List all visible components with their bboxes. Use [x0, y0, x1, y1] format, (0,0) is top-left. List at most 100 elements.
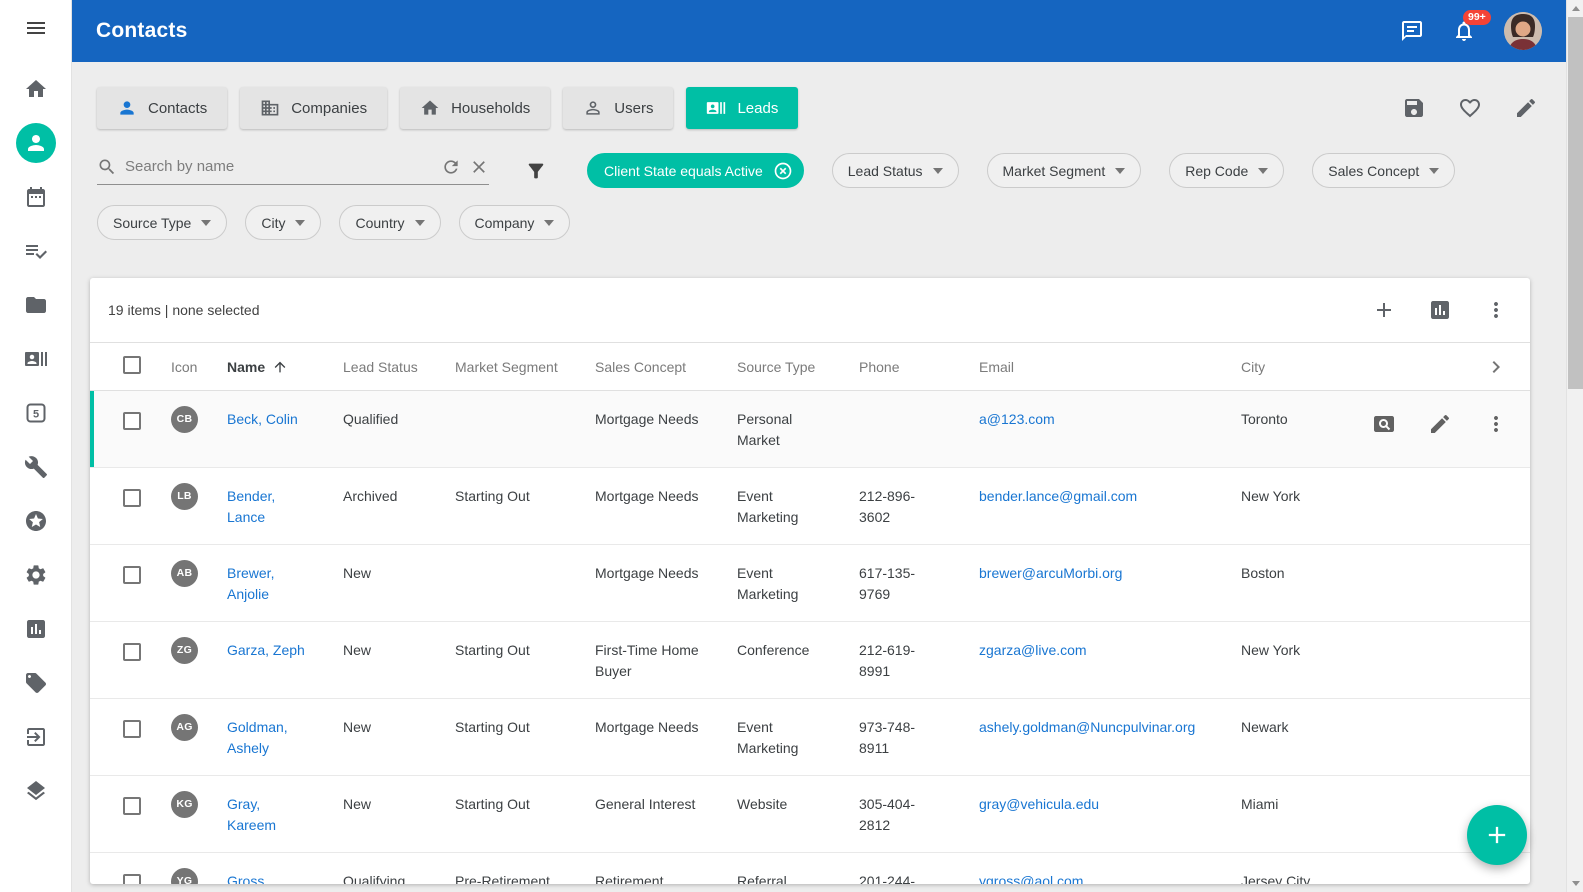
contact-name-link[interactable]: Gross,	[227, 873, 268, 884]
filter-chip-rep-code[interactable]: Rep Code	[1169, 153, 1284, 188]
filter-chip-company[interactable]: Company	[459, 205, 571, 240]
contact-name-link[interactable]: Bender, Lance	[227, 488, 275, 525]
preview-icon[interactable]	[1372, 412, 1396, 436]
contact-email-link[interactable]: ygross@aol.com	[979, 873, 1083, 884]
header-actions: 99+	[1400, 12, 1542, 50]
column-header-icon: Icon	[171, 359, 227, 375]
chevron-right-icon[interactable]	[1484, 355, 1508, 379]
contact-email-link[interactable]: a@123.com	[979, 411, 1055, 427]
contact-name-link[interactable]: Beck, Colin	[227, 411, 298, 427]
contacts-icon[interactable]	[16, 123, 56, 163]
contact-email-link[interactable]: brewer@arcuMorbi.org	[979, 565, 1122, 581]
tab-users[interactable]: Users	[563, 87, 673, 129]
tab-households[interactable]: Households	[400, 87, 550, 129]
contact-email-link[interactable]: ashely.goldman@Nuncpulvinar.org	[979, 719, 1195, 735]
column-header-city[interactable]: City	[1241, 359, 1363, 375]
row-edit-icon[interactable]	[1428, 412, 1452, 436]
add-icon[interactable]	[1372, 298, 1396, 322]
column-header-market-segment[interactable]: Market Segment	[455, 359, 595, 375]
column-header-email[interactable]: Email	[979, 359, 1241, 375]
column-header-sales-concept[interactable]: Sales Concept	[595, 359, 737, 375]
notifications-icon[interactable]: 99+	[1452, 19, 1476, 43]
filter-chip-country[interactable]: Country	[339, 205, 440, 240]
column-header-name[interactable]: Name	[227, 359, 343, 375]
tab-companies[interactable]: Companies	[240, 87, 387, 129]
save-icon[interactable]	[1402, 96, 1426, 120]
row-checkbox[interactable]	[123, 489, 141, 507]
column-header-source-type[interactable]: Source Type	[737, 359, 859, 375]
tab-contacts[interactable]: Contacts	[97, 87, 227, 129]
active-filter-chip[interactable]: Client State equals Active	[587, 153, 804, 188]
add-contact-fab[interactable]	[1467, 805, 1527, 865]
home-icon[interactable]	[16, 69, 56, 109]
table-row[interactable]: CB Beck, Colin Qualified Mortgage Needs …	[90, 391, 1530, 468]
row-checkbox[interactable]	[123, 643, 141, 661]
scrollbar-up-icon[interactable]	[1567, 0, 1583, 17]
menu-icon[interactable]	[16, 8, 56, 48]
column-header-lead-status[interactable]: Lead Status	[343, 359, 455, 375]
contact-email-link[interactable]: zgarza@live.com	[979, 642, 1087, 658]
table-row[interactable]: LB Bender, Lance Archived Starting Out M…	[90, 468, 1530, 545]
row-checkbox[interactable]	[123, 412, 141, 430]
select-all-checkbox[interactable]	[123, 356, 141, 374]
tools-icon[interactable]	[16, 447, 56, 487]
contact-name-link[interactable]: Gray, Kareem	[227, 796, 276, 833]
favorite-icon[interactable]	[1458, 96, 1482, 120]
cell-market-segment: Pre-Retirement	[455, 853, 595, 884]
contact-name-link[interactable]: Brewer, Anjolie	[227, 565, 274, 602]
contact-email-link[interactable]: gray@vehicula.edu	[979, 796, 1099, 812]
remove-filter-icon[interactable]	[773, 161, 793, 181]
tab-leads[interactable]: Leads	[686, 87, 798, 129]
calendar-icon[interactable]	[16, 177, 56, 217]
star-icon[interactable]	[16, 501, 56, 541]
contact-card-icon[interactable]	[16, 339, 56, 379]
refresh-icon[interactable]	[441, 157, 461, 177]
cell-lead-status: New	[343, 622, 455, 698]
edit-icon[interactable]	[1514, 96, 1538, 120]
table-row[interactable]: AB Brewer, Anjolie New Mortgage Needs Ev…	[90, 545, 1530, 622]
table-row[interactable]: KG Gray, Kareem New Starting Out General…	[90, 776, 1530, 853]
view-quick-actions	[1402, 96, 1538, 120]
filter-chip-lead-status[interactable]: Lead Status	[832, 153, 959, 188]
row-more-icon[interactable]	[1484, 412, 1508, 436]
form-5-icon[interactable]: 5	[16, 393, 56, 433]
column-header-phone[interactable]: Phone	[859, 359, 979, 375]
filter-chip-sales-concept[interactable]: Sales Concept	[1312, 153, 1455, 188]
table-row[interactable]: AG Goldman, Ashely New Starting Out Mort…	[90, 699, 1530, 776]
scrollbar[interactable]	[1566, 0, 1583, 892]
layers-icon[interactable]	[16, 771, 56, 811]
cell-lead-status: Archived	[343, 468, 455, 544]
settings-icon[interactable]	[16, 555, 56, 595]
folder-icon[interactable]	[16, 285, 56, 325]
chart-icon[interactable]	[1428, 298, 1452, 322]
cell-source-type: Referral	[737, 853, 859, 884]
search-input[interactable]	[125, 158, 433, 175]
contact-name-link[interactable]: Goldman, Ashely	[227, 719, 288, 756]
table-row[interactable]: YG Gross, Qualifying Pre-Retirement Reti…	[90, 853, 1530, 884]
filter-chip-city[interactable]: City	[245, 205, 321, 240]
table-row[interactable]: ZG Garza, Zeph New Starting Out First-Ti…	[90, 622, 1530, 699]
row-checkbox[interactable]	[123, 797, 141, 815]
tasks-icon[interactable]	[16, 231, 56, 271]
row-checkbox[interactable]	[123, 874, 141, 884]
chat-icon[interactable]	[1400, 19, 1424, 43]
sort-ascending-icon	[272, 359, 288, 375]
contact-email-link[interactable]: bender.lance@gmail.com	[979, 488, 1137, 504]
filter-chip-market-segment[interactable]: Market Segment	[987, 153, 1142, 188]
contact-name-link[interactable]: Garza, Zeph	[227, 642, 305, 658]
user-avatar[interactable]	[1504, 12, 1542, 50]
chevron-down-icon	[201, 220, 211, 226]
row-checkbox[interactable]	[123, 720, 141, 738]
scrollbar-down-icon[interactable]	[1567, 875, 1583, 892]
filter-icon[interactable]	[525, 160, 547, 182]
clear-icon[interactable]	[469, 157, 489, 177]
scrollbar-thumb[interactable]	[1568, 17, 1583, 389]
more-icon[interactable]	[1484, 298, 1508, 322]
tab-label: Users	[614, 100, 653, 117]
tag-icon[interactable]	[16, 663, 56, 703]
filter-chip-source-type[interactable]: Source Type	[97, 205, 227, 240]
cell-city: New York	[1241, 622, 1363, 698]
exit-icon[interactable]	[16, 717, 56, 757]
row-checkbox[interactable]	[123, 566, 141, 584]
reports-icon[interactable]	[16, 609, 56, 649]
